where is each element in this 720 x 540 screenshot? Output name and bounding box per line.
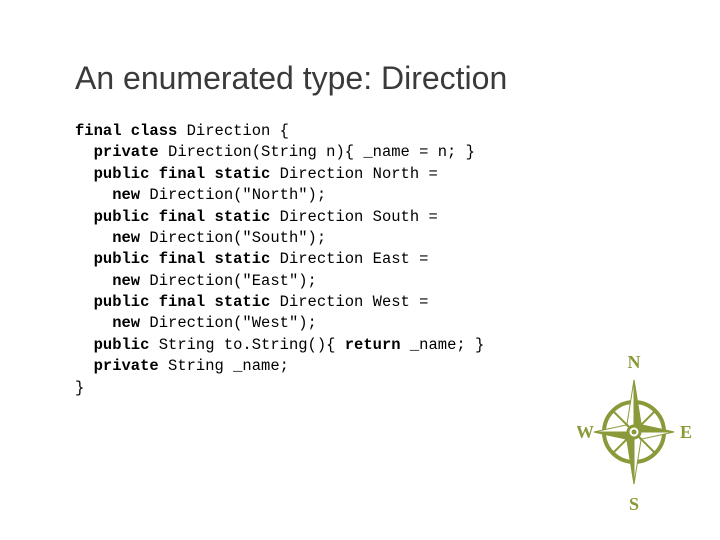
code-text: String to.String(){ [159, 336, 345, 354]
compass-e: E [680, 422, 692, 442]
code-text: Direction North = [280, 165, 438, 183]
code-text: Direction("South"); [149, 229, 326, 247]
code-text: Direction South = [280, 208, 438, 226]
compass-icon: N S W E [577, 352, 692, 512]
code-kw: public final static [75, 293, 280, 311]
code-kw: public final static [75, 250, 280, 268]
code-text: Direction("North"); [149, 186, 326, 204]
compass-n: N [628, 352, 641, 372]
code-text: Direction West = [280, 293, 429, 311]
code-kw: private [75, 143, 168, 161]
code-block: final class Direction { private Directio… [75, 121, 645, 399]
code-kw: return [345, 336, 410, 354]
code-text: _name; } [410, 336, 484, 354]
code-kw: new [75, 229, 149, 247]
slide: An enumerated type: Direction final clas… [0, 0, 720, 540]
code-text: Direction { [187, 122, 289, 140]
code-kw: private [75, 357, 168, 375]
code-kw: new [75, 186, 149, 204]
code-text: Direction("East"); [149, 272, 316, 290]
compass-w: W [577, 422, 594, 442]
code-text: Direction East = [280, 250, 429, 268]
code-kw: final class [75, 122, 187, 140]
code-kw: public final static [75, 208, 280, 226]
code-kw: public [75, 336, 159, 354]
code-text: Direction(String n){ _name = n; } [168, 143, 475, 161]
compass-s: S [629, 494, 639, 512]
code-kw: public final static [75, 165, 280, 183]
code-text: Direction("West"); [149, 314, 316, 332]
code-kw: new [75, 314, 149, 332]
code-kw: new [75, 272, 149, 290]
slide-title: An enumerated type: Direction [75, 60, 645, 97]
code-text: } [75, 379, 84, 397]
code-text: String _name; [168, 357, 289, 375]
